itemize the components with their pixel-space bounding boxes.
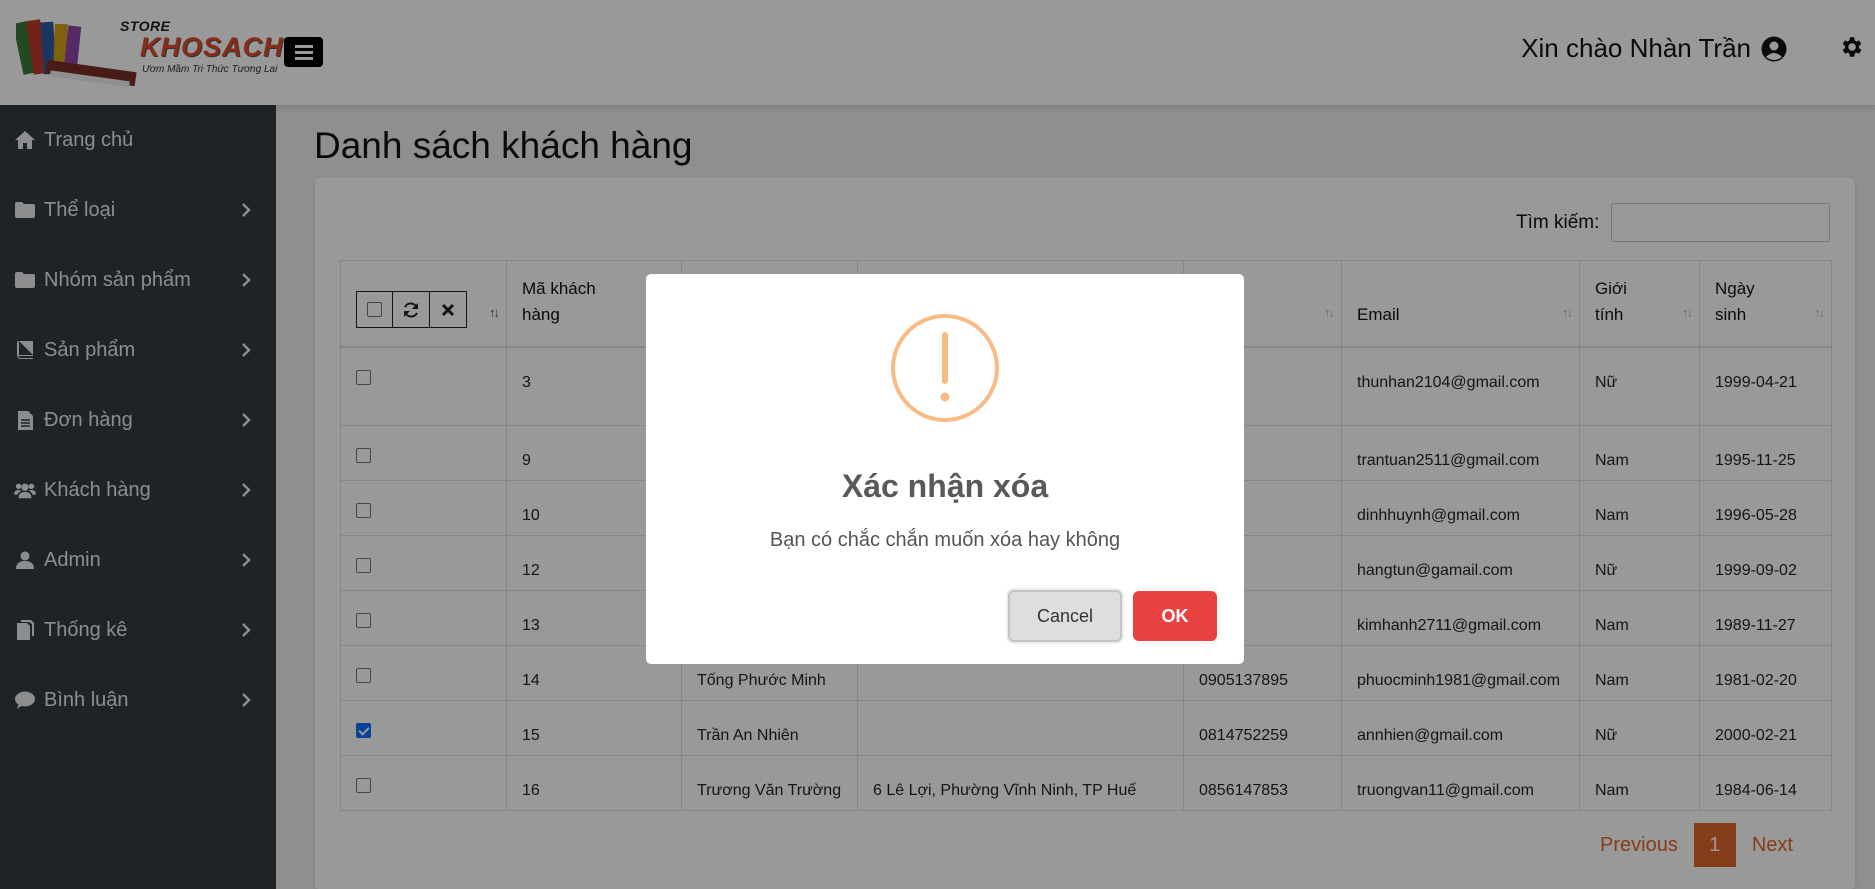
ok-button[interactable]: OK [1133,591,1217,641]
dialog-title: Xác nhận xóa [841,468,1049,504]
confirm-delete-dialog: Xác nhận xóa Bạn có chắc chắn muốn xóa h… [646,274,1244,664]
dialog-message: Bạn có chắc chắn muốn xóa hay không [769,529,1121,551]
warning-icon [891,314,999,422]
cancel-button[interactable]: Cancel [1008,590,1122,642]
